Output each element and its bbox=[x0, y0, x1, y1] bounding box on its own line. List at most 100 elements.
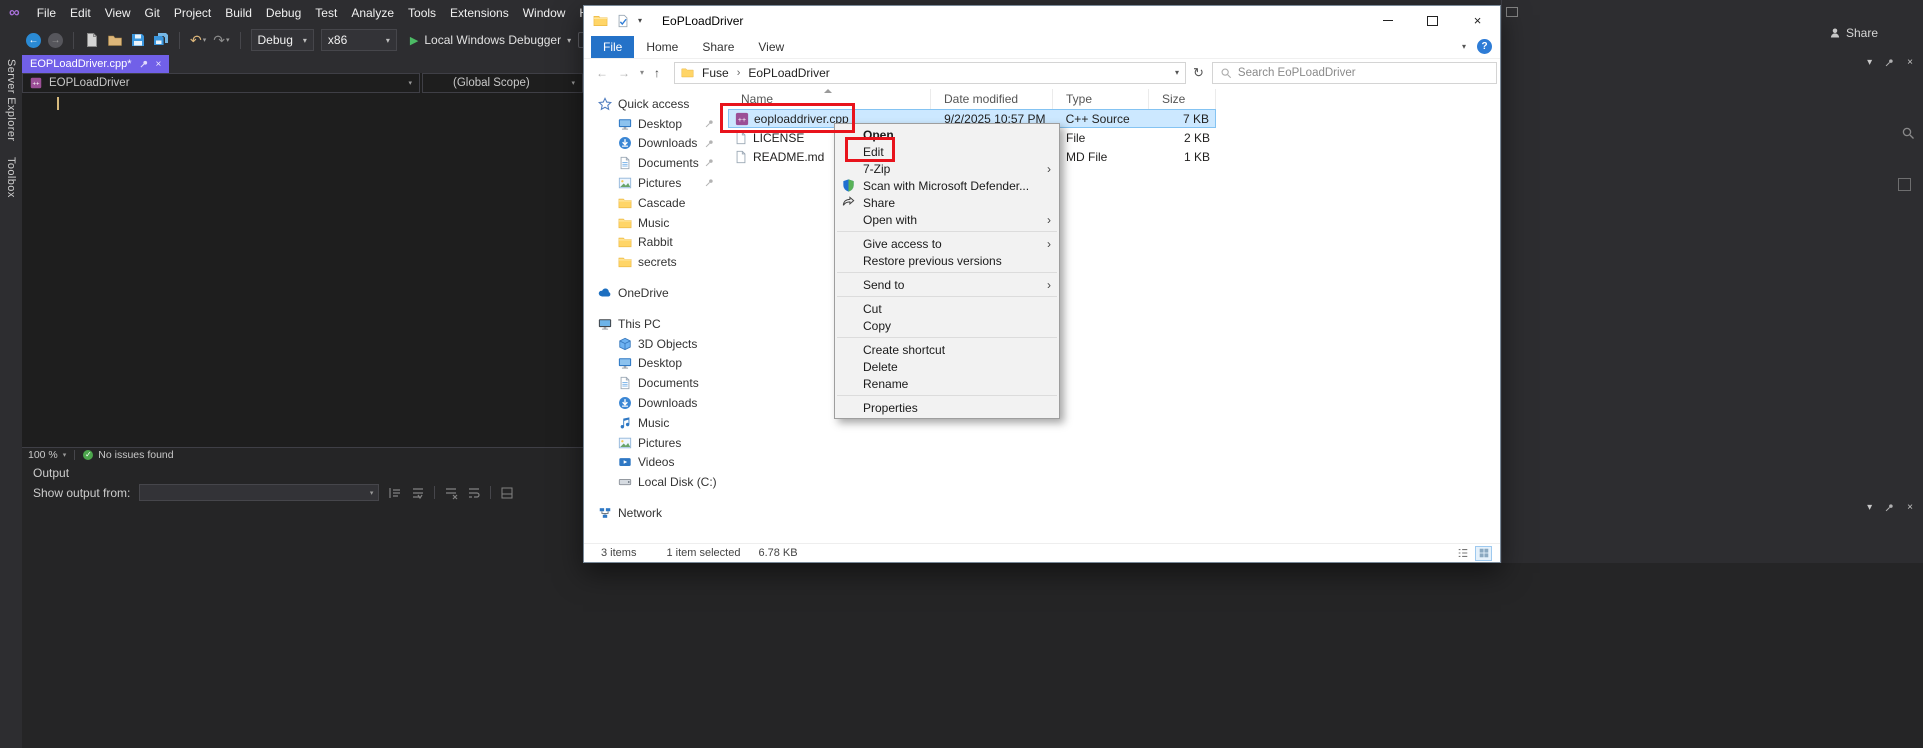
vs-menu-window[interactable]: Window bbox=[516, 3, 573, 23]
document-tab-eoploaddriver[interactable]: EOPLoadDriver.cpp* × bbox=[22, 55, 170, 73]
nav-item-onedrive[interactable]: OneDrive bbox=[584, 283, 727, 303]
vs-menu-edit[interactable]: Edit bbox=[63, 3, 98, 23]
clear-all-output-icon[interactable] bbox=[444, 486, 458, 500]
back-icon[interactable]: ← bbox=[596, 66, 608, 80]
context-menu-item-7-zip[interactable]: 7-Zip › bbox=[835, 160, 1059, 177]
context-menu-item-delete[interactable]: Delete bbox=[835, 358, 1059, 375]
context-menu-item-create-shortcut[interactable]: Create shortcut bbox=[835, 341, 1059, 358]
output-source-dropdown[interactable]: ▾ bbox=[139, 484, 380, 501]
server-explorer-tab[interactable]: Server Explorer bbox=[5, 59, 17, 141]
breadcrumb-fuse[interactable]: Fuse bbox=[700, 66, 731, 80]
nav-item-this-pc[interactable]: This PC bbox=[584, 314, 727, 334]
close-button[interactable]: × bbox=[1455, 6, 1500, 35]
nav-item-pictures[interactable]: Pictures bbox=[584, 433, 727, 453]
ribbon-tab-view[interactable]: View bbox=[746, 36, 796, 58]
search-box[interactable]: Search EoPLoadDriver bbox=[1211, 61, 1497, 84]
forward-icon[interactable]: → bbox=[618, 66, 630, 80]
navigate-back-icon[interactable]: ← bbox=[26, 32, 41, 48]
expand-ribbon-icon[interactable]: ▾ bbox=[1462, 42, 1466, 51]
pin-icon[interactable] bbox=[1884, 57, 1895, 68]
context-menu-item-give-access-to[interactable]: Give access to › bbox=[835, 235, 1059, 252]
refresh-icon[interactable]: ↻ bbox=[1193, 65, 1204, 81]
context-menu-item-properties[interactable]: Properties bbox=[835, 399, 1059, 416]
minimize-button[interactable] bbox=[1365, 6, 1410, 35]
breadcrumb[interactable]: Fuse › EoPLoadDriver ▾ bbox=[674, 61, 1187, 84]
vs-menu-project[interactable]: Project bbox=[167, 3, 218, 23]
nav-item-downloads[interactable]: Downloads bbox=[584, 393, 727, 413]
goto-previous-message-icon[interactable] bbox=[388, 486, 402, 500]
live-share-button[interactable]: Share bbox=[1829, 26, 1878, 40]
redo-icon[interactable]: ↷ ▾ bbox=[213, 32, 229, 48]
nav-item-quick-access[interactable]: Quick access bbox=[584, 94, 727, 114]
pin-icon[interactable] bbox=[1884, 502, 1895, 513]
details-view-icon[interactable] bbox=[1454, 546, 1471, 561]
column-header-size[interactable]: Size bbox=[1149, 89, 1216, 109]
toggle-output-panel-icon[interactable] bbox=[500, 486, 514, 500]
up-icon[interactable]: ↑ bbox=[654, 66, 660, 80]
window-position-icon[interactable]: ▾ bbox=[1867, 502, 1872, 513]
word-wrap-icon[interactable] bbox=[467, 486, 481, 500]
vs-menu-test[interactable]: Test bbox=[308, 3, 344, 23]
nav-item-3d-objects[interactable]: 3D Objects bbox=[584, 334, 727, 354]
nav-item-secrets[interactable]: secrets bbox=[584, 252, 727, 272]
properties-check-icon[interactable] bbox=[616, 14, 630, 28]
project-scope-dropdown[interactable]: ++ EOPLoadDriver ▾ bbox=[22, 73, 420, 93]
context-menu-item-open-with[interactable]: Open with › bbox=[835, 211, 1059, 228]
thumbnail-view-icon[interactable] bbox=[1475, 545, 1492, 561]
column-header-date-modified[interactable]: Date modified bbox=[931, 89, 1053, 109]
goto-next-message-icon[interactable] bbox=[411, 486, 425, 500]
issues-indicator[interactable]: ✓ No issues found bbox=[83, 449, 174, 461]
nav-item-documents[interactable]: Documents bbox=[584, 153, 727, 173]
vs-menu-debug[interactable]: Debug bbox=[259, 3, 308, 23]
navigate-forward-icon[interactable]: → bbox=[48, 32, 63, 48]
toolbox-tab[interactable]: Toolbox bbox=[5, 157, 17, 198]
vs-menu-tools[interactable]: Tools bbox=[401, 3, 443, 23]
nav-item-downloads[interactable]: Downloads bbox=[584, 134, 727, 154]
vs-menu-view[interactable]: View bbox=[98, 3, 138, 23]
vs-menu-git[interactable]: Git bbox=[138, 3, 167, 23]
address-dropdown-icon[interactable]: ▾ bbox=[1175, 68, 1179, 77]
nav-item-music[interactable]: Music bbox=[584, 413, 727, 433]
customize-quick-access-icon[interactable]: ▾ bbox=[638, 16, 642, 25]
context-menu-item-cut[interactable]: Cut bbox=[835, 300, 1059, 317]
column-header-type[interactable]: Type bbox=[1053, 89, 1149, 109]
editor-zoom-dropdown[interactable]: 100 % ▾ bbox=[22, 449, 74, 461]
maximize-button[interactable] bbox=[1410, 6, 1455, 35]
vs-menu-analyze[interactable]: Analyze bbox=[344, 3, 401, 23]
save-all-icon[interactable] bbox=[153, 32, 169, 48]
ribbon-tab-share[interactable]: Share bbox=[690, 36, 746, 58]
undo-icon[interactable]: ↶ ▾ bbox=[190, 32, 206, 48]
new-project-icon[interactable] bbox=[84, 32, 100, 48]
ribbon-tab-file[interactable]: File bbox=[591, 35, 635, 58]
recent-locations-icon[interactable]: ▾ bbox=[640, 68, 644, 77]
save-icon[interactable] bbox=[130, 32, 146, 48]
nav-item-desktop[interactable]: Desktop bbox=[584, 114, 727, 134]
global-scope-dropdown[interactable]: (Global Scope) ▾ bbox=[422, 73, 583, 93]
nav-item-documents[interactable]: Documents bbox=[584, 373, 727, 393]
window-position-icon[interactable]: ▾ bbox=[1867, 57, 1872, 68]
vs-menu-file[interactable]: File bbox=[30, 3, 63, 23]
solution-platforms-dropdown[interactable]: x86 ▾ bbox=[320, 29, 397, 51]
nav-item-local-disk-c[interactable]: Local Disk (C:) bbox=[584, 472, 727, 492]
nav-item-cascade[interactable]: Cascade bbox=[584, 193, 727, 213]
nav-item-network[interactable]: Network bbox=[584, 503, 727, 523]
nav-item-pictures[interactable]: Pictures bbox=[584, 173, 727, 193]
close-tab-icon[interactable]: × bbox=[156, 59, 162, 70]
ribbon-tab-home[interactable]: Home bbox=[634, 36, 690, 58]
close-icon[interactable]: × bbox=[1907, 502, 1913, 513]
context-menu-item-scan-with-microsoft-defender[interactable]: Scan with Microsoft Defender... bbox=[835, 177, 1059, 194]
nav-item-rabbit[interactable]: Rabbit bbox=[584, 233, 727, 253]
context-menu-item-share[interactable]: Share bbox=[835, 194, 1059, 211]
context-menu-item-send-to[interactable]: Send to › bbox=[835, 276, 1059, 293]
vs-menu-extensions[interactable]: Extensions bbox=[443, 3, 516, 23]
pin-tab-icon[interactable] bbox=[139, 59, 149, 69]
search-solution-explorer-icon[interactable] bbox=[1901, 126, 1915, 140]
restore-window-icon[interactable] bbox=[1506, 7, 1518, 17]
start-debugging-button[interactable]: ▶ Local Windows Debugger ▾ bbox=[410, 33, 571, 47]
help-icon[interactable]: ? bbox=[1477, 39, 1492, 54]
context-menu-item-restore-previous-versions[interactable]: Restore previous versions bbox=[835, 252, 1059, 269]
context-menu-item-copy[interactable]: Copy bbox=[835, 317, 1059, 334]
open-file-icon[interactable] bbox=[107, 32, 123, 48]
context-menu-item-rename[interactable]: Rename bbox=[835, 375, 1059, 392]
nav-item-videos[interactable]: Videos bbox=[584, 453, 727, 473]
